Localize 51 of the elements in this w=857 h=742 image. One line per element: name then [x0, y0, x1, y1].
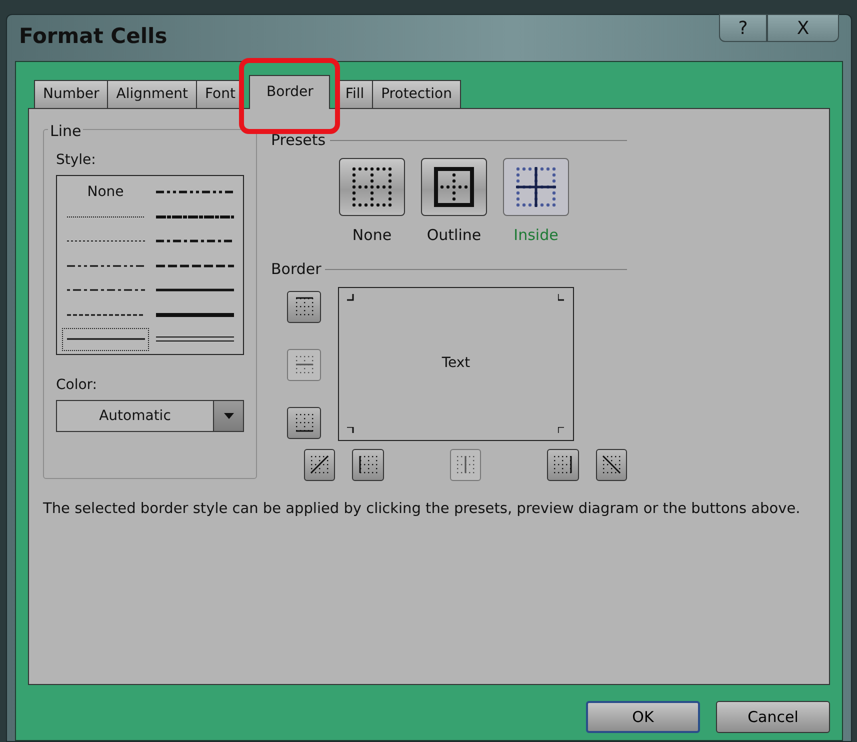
hint-text: The selected border style can be applied by clicking the presets, preview diagram or the buttons above. [43, 500, 800, 516]
border-button[interactable] [287, 406, 321, 438]
border-button[interactable] [352, 448, 384, 480]
border-preview[interactable]: Text [338, 286, 574, 440]
tab[interactable]: Number [34, 80, 108, 108]
line-sample-icon [156, 286, 234, 294]
line-style-option[interactable]: None [61, 180, 150, 204]
line-sample-icon [156, 237, 234, 246]
color-value: Automatic [98, 406, 172, 426]
tab[interactable]: Alignment [107, 80, 197, 108]
border-button[interactable] [547, 448, 579, 480]
line-sample-icon [156, 310, 234, 319]
line-sample-icon [156, 212, 234, 221]
color-label: Color: [56, 377, 98, 393]
border-hmiddle-icon [294, 354, 314, 375]
line-sample-icon [156, 335, 234, 344]
line-sample-icon [156, 188, 234, 196]
presets-heading: Presets [271, 130, 326, 151]
help-button[interactable]: ? [719, 14, 767, 42]
border-left-icon [358, 454, 379, 475]
preset-button[interactable] [339, 158, 405, 216]
line-style-list[interactable]: None [56, 175, 244, 355]
border-diagup-icon [309, 454, 330, 475]
corner-mark-icon [558, 294, 565, 300]
corner-mark-icon [347, 426, 354, 434]
window-title: Format Cells [19, 23, 168, 50]
border-button[interactable] [287, 290, 321, 322]
border-button[interactable] [596, 448, 628, 480]
preset-button[interactable] [503, 158, 569, 216]
tab[interactable]: Border [249, 75, 330, 109]
style-label: Style: [56, 152, 96, 168]
corner-mark-icon [347, 294, 354, 300]
preview-text: Text [442, 354, 470, 373]
ok-button[interactable]: OK [586, 701, 700, 733]
line-style-option[interactable] [61, 327, 150, 352]
border-top-icon [294, 296, 314, 317]
border-right-icon [552, 454, 574, 475]
color-dropdown[interactable]: Automatic [56, 400, 244, 432]
border-diagdown-icon [600, 454, 622, 475]
close-button[interactable]: X [767, 14, 839, 42]
preset-label: Outline [426, 224, 482, 246]
preset-button[interactable] [421, 158, 487, 216]
tab[interactable]: Protection [372, 80, 461, 108]
border-vmiddle-icon [455, 454, 476, 475]
preset-label: Inside [514, 224, 558, 246]
cancel-button[interactable]: Cancel [716, 701, 830, 733]
border-button[interactable] [304, 448, 336, 480]
corner-mark-icon [558, 426, 565, 434]
border-bottom-icon [294, 412, 314, 433]
border-heading: Border [271, 259, 322, 280]
preset-label: None [352, 224, 392, 246]
